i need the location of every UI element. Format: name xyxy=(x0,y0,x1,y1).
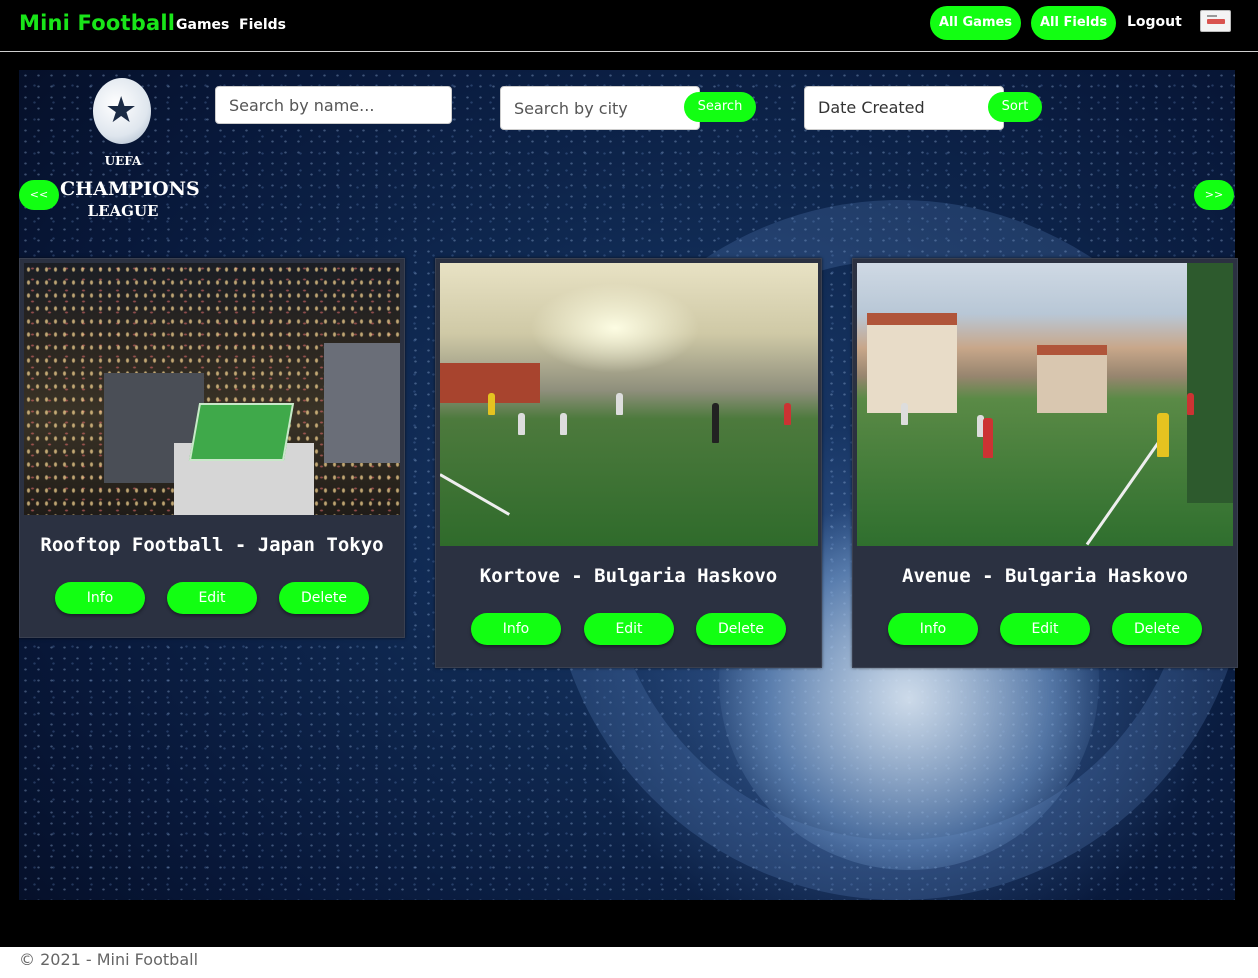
starball-icon: ★ xyxy=(93,78,151,144)
field-title[interactable]: Rooftop Football - Japan Tokyo xyxy=(20,534,404,556)
search-by-name-input[interactable] xyxy=(215,86,452,124)
field-photo xyxy=(857,263,1233,546)
all-games-button[interactable]: All Games xyxy=(930,6,1022,40)
field-card: Kortove - Bulgaria Haskovo Info Edit Del… xyxy=(435,258,822,668)
footer: © 2021 - Mini Football xyxy=(0,947,1258,978)
search-button[interactable]: Search xyxy=(684,92,756,122)
delete-button[interactable]: Delete xyxy=(279,582,369,614)
sort-select-value: Date Created xyxy=(818,98,925,117)
previous-page-button[interactable]: << xyxy=(19,180,59,210)
logo-text-league: LEAGUE xyxy=(87,202,159,220)
nav-link-games[interactable]: Games xyxy=(176,17,229,33)
sort-button[interactable]: Sort xyxy=(988,92,1042,122)
navbar: Mini Football Games Fields All Games All… xyxy=(0,0,1258,52)
edit-button[interactable]: Edit xyxy=(584,613,674,645)
logo-text-champions: CHAMPIONS xyxy=(60,178,200,200)
edit-button[interactable]: Edit xyxy=(167,582,257,614)
field-photo xyxy=(24,263,400,515)
field-card: Avenue - Bulgaria Haskovo Info Edit Dele… xyxy=(852,258,1238,668)
info-button[interactable]: Info xyxy=(55,582,145,614)
info-button[interactable]: Info xyxy=(888,613,978,645)
footer-copyright: © 2021 - Mini Football xyxy=(19,950,199,969)
field-title[interactable]: Avenue - Bulgaria Haskovo xyxy=(853,565,1237,587)
field-photo xyxy=(440,263,818,546)
logout-link[interactable]: Logout xyxy=(1127,14,1182,30)
search-by-city-input[interactable] xyxy=(500,86,700,130)
logo-text-uefa: UEFA xyxy=(104,154,142,168)
brand-logo-link[interactable]: Mini Football xyxy=(19,11,175,35)
avatar[interactable] xyxy=(1200,10,1231,32)
sort-select[interactable]: Date Created xyxy=(804,86,1004,130)
field-title[interactable]: Kortove - Bulgaria Haskovo xyxy=(436,565,821,587)
info-button[interactable]: Info xyxy=(471,613,561,645)
all-fields-button[interactable]: All Fields xyxy=(1031,6,1117,40)
nav-link-fields[interactable]: Fields xyxy=(239,17,286,33)
delete-button[interactable]: Delete xyxy=(1112,613,1202,645)
next-page-button[interactable]: >> xyxy=(1194,180,1234,210)
rooftop-pitch xyxy=(188,403,295,461)
edit-button[interactable]: Edit xyxy=(1000,613,1090,645)
field-card: Rooftop Football - Japan Tokyo Info Edit… xyxy=(19,258,405,638)
delete-button[interactable]: Delete xyxy=(696,613,786,645)
champions-league-logo: ★ UEFA CHAMPIONS LEAGUE xyxy=(60,78,200,228)
